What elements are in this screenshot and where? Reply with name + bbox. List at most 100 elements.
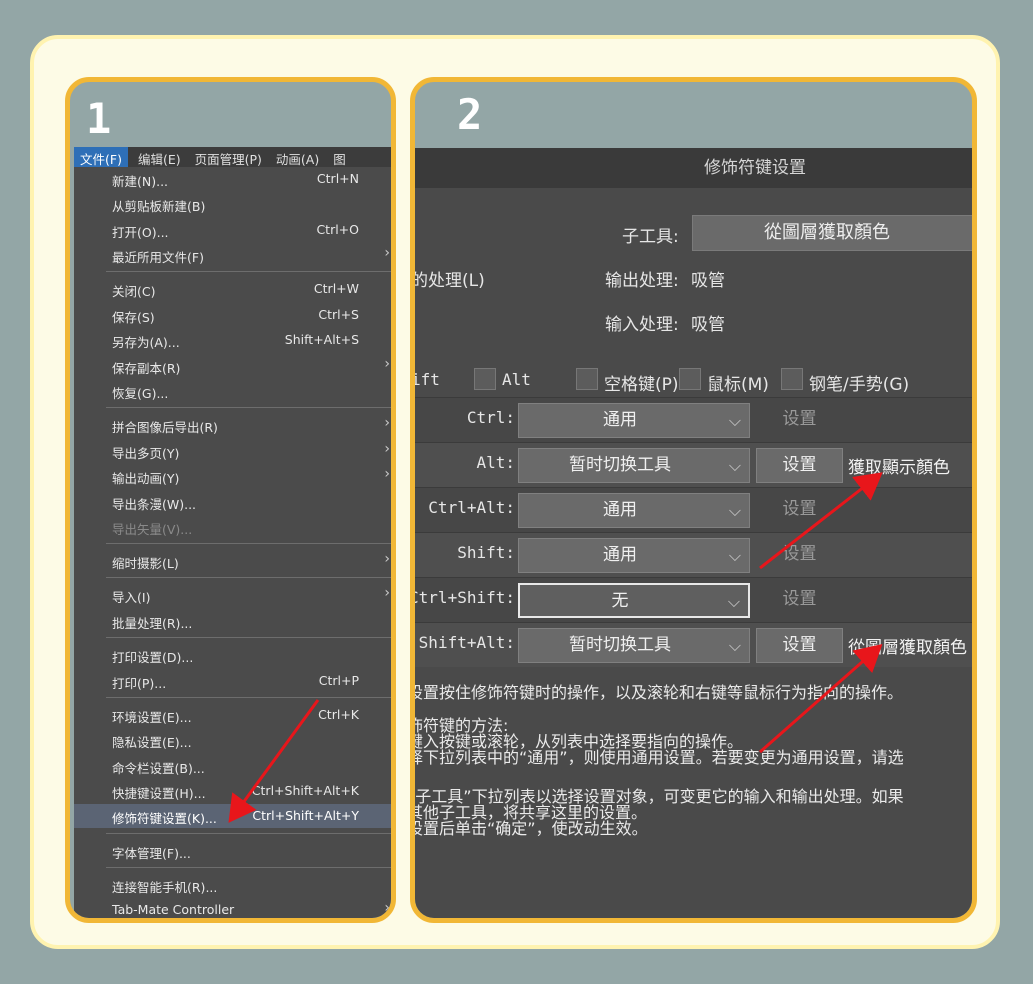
menu-item-print[interactable]: 打印(P)... Ctrl+P — [74, 669, 391, 693]
step-2-panel: 2 修饰符键设置 子工具: 從圖層獲取顏色 的处理(L) 输出处理: 吸管 输入… — [410, 77, 977, 923]
action-dropdown[interactable]: 通用 ⌵ — [518, 538, 750, 573]
settings-button: 设置 — [782, 544, 817, 564]
menu-item-flatten-export[interactable]: 拼合图像后导出(R) › — [74, 413, 391, 437]
menu-item-batch[interactable]: 批量处理(R)... — [74, 609, 391, 633]
settings-button: 设置 — [782, 499, 817, 519]
file-menu: 新建(N)... Ctrl+N 从剪贴板新建(B) 打开(O)... Ctrl+O … — [74, 167, 391, 918]
modifier-row-shift-alt: Shift+Alt: 暂时切换工具 ⌵ 设置 從圖層獲取顏色 — [415, 622, 972, 667]
checkbox-mouse[interactable] — [679, 368, 701, 390]
menu-item-export-animation[interactable]: 输出动画(Y) › — [74, 464, 391, 488]
menu-item-open[interactable]: 打开(O)... Ctrl+O — [74, 218, 391, 242]
chevron-right-icon: › — [384, 466, 390, 482]
output-processing-label: 输出处理: — [605, 271, 679, 291]
modifier-row-shift: Shift: 通用 ⌵ 设置 — [415, 532, 972, 577]
menu-item-preferences[interactable]: 环境设置(E)... Ctrl+K — [74, 703, 391, 727]
chevron-down-icon: ⌵ — [728, 456, 741, 475]
menu-item-export-vector: 导出矢量(V)... — [112, 522, 193, 537]
menu-item-export-multi[interactable]: 导出多页(Y) › — [74, 439, 391, 463]
chevron-right-icon: › — [384, 245, 390, 261]
chevron-down-icon: ⌵ — [728, 546, 741, 565]
menu-separator — [106, 271, 391, 272]
help-text: 择下拉列表中的“通用”，则使用通用设置。若要变更为通用设置，请选 — [410, 748, 904, 767]
assigned-tool: 獲取顯示顏色 — [848, 458, 950, 478]
checkbox-space-label: 空格键(P) — [604, 375, 679, 395]
checkbox-alt-label: Alt — [502, 370, 531, 389]
menu-page[interactable]: 页面管理(P) — [191, 147, 272, 167]
menu-item-shortcut-settings[interactable]: 快捷键设置(H)... Ctrl+Shift+Alt+K — [74, 779, 391, 803]
action-dropdown[interactable]: 无 ⌵ — [518, 583, 750, 618]
menu-separator — [106, 867, 391, 868]
menu-separator — [106, 833, 391, 834]
output-processing-value: 吸管 — [691, 271, 725, 291]
input-processing-value: 吸管 — [691, 315, 725, 335]
step-1-panel: 1 文件(F) 编辑(E) 页面管理(P) 动画(A) 图 新建(N)... Ct… — [65, 77, 396, 923]
chevron-right-icon: › — [384, 356, 390, 372]
chevron-right-icon: › — [384, 415, 390, 431]
settings-button[interactable]: 设置 — [756, 628, 843, 663]
menu-item-close[interactable]: 关闭(C) Ctrl+W — [74, 277, 391, 301]
chevron-right-icon: › — [384, 585, 390, 601]
menu-separator — [106, 637, 391, 638]
checkbox-pen-label: 钢笔/手势(G) — [809, 375, 910, 395]
step-number-2: 2 — [457, 90, 483, 139]
modifier-row-ctrl: Ctrl: 通用 ⌵ 设置 — [415, 397, 972, 442]
menu-item-font-manager[interactable]: 字体管理(F)... — [74, 839, 391, 863]
checkbox-mouse-label: 鼠标(M) — [707, 375, 769, 395]
settings-button: 设置 — [782, 409, 817, 429]
menu-edit[interactable]: 编辑(E) — [134, 147, 191, 167]
dialog-title: 修饰符键设置 — [415, 148, 972, 188]
menu-separator — [106, 543, 391, 544]
action-dropdown[interactable]: 通用 ⌵ — [518, 493, 750, 528]
subtool-label: 子工具: — [622, 227, 679, 247]
processing-label-fragment: 的处理(L) — [411, 271, 485, 291]
menu-item-connect-smartphone[interactable]: 连接智能手机(R)... — [74, 873, 391, 897]
modifier-row-ctrl-shift: Ctrl+Shift: 无 ⌵ 设置 — [415, 577, 972, 622]
menu-item-save[interactable]: 保存(S) Ctrl+S — [74, 303, 391, 327]
checkbox-alt[interactable] — [474, 368, 496, 390]
modifier-key-dialog: 修饰符键设置 子工具: 從圖層獲取顏色 的处理(L) 输出处理: 吸管 输入处理… — [415, 148, 972, 918]
menu-item-save-copy[interactable]: 保存副本(R) › — [74, 354, 391, 378]
help-text: 设置后单击“确定”，使改动生效。 — [410, 819, 648, 838]
menu-item-privacy[interactable]: 隐私设置(E)... — [74, 728, 391, 752]
step-number-1: 1 — [86, 94, 112, 143]
settings-button[interactable]: 设置 — [756, 448, 843, 483]
checkbox-space[interactable] — [576, 368, 598, 390]
menu-animation[interactable]: 动画(A) — [272, 147, 329, 167]
chevron-right-icon: › — [384, 551, 390, 567]
chevron-right-icon: › — [384, 441, 390, 457]
chevron-down-icon: ⌵ — [728, 636, 741, 655]
menu-separator — [106, 697, 391, 698]
menu-file[interactable]: 文件(F) — [74, 147, 128, 167]
menu-item-command-bar[interactable]: 命令栏设置(B)... — [74, 754, 391, 778]
menu-item-save-as[interactable]: 另存为(A)... Shift+Alt+S — [74, 328, 391, 352]
input-processing-label: 输入处理: — [605, 315, 679, 335]
menu-more[interactable]: 图 — [329, 147, 356, 167]
checkbox-pen[interactable] — [781, 368, 803, 390]
help-text: 设置按住修饰符键时的操作，以及滚轮和右键等鼠标行为指向的操作。 — [410, 683, 904, 702]
menu-item-print-setup[interactable]: 打印设置(D)... — [74, 643, 391, 667]
modifier-row-alt: Alt: 暂时切换工具 ⌵ 设置 獲取顯示顏色 — [415, 442, 972, 487]
menu-item-revert[interactable]: 恢复(G)... — [74, 379, 391, 403]
action-dropdown[interactable]: 通用 ⌵ — [518, 403, 750, 438]
menu-bar: 文件(F) 编辑(E) 页面管理(P) 动画(A) 图 — [74, 147, 391, 167]
menu-separator — [106, 407, 391, 408]
menu-item-modifier-key-settings[interactable]: 修饰符键设置(K)... Ctrl+Shift+Alt+Y — [74, 804, 391, 828]
menu-separator — [106, 577, 391, 578]
chevron-down-icon: ⌵ — [728, 411, 741, 430]
menu-item-import[interactable]: 导入(I) › — [74, 583, 391, 607]
menu-item-new-from-clipboard[interactable]: 从剪贴板新建(B) — [74, 192, 391, 216]
chevron-down-icon: ⌵ — [727, 592, 740, 611]
menu-item-timelapse[interactable]: 缩时摄影(L) › — [74, 549, 391, 573]
action-dropdown[interactable]: 暂时切换工具 ⌵ — [518, 448, 750, 483]
assigned-tool: 從圖層獲取顏色 — [848, 638, 967, 658]
help-text: 。 — [415, 766, 423, 782]
menu-item-new[interactable]: 新建(N)... Ctrl+N — [74, 167, 391, 191]
menu-item-export-strip[interactable]: 导出条漫(W)... — [74, 490, 391, 514]
settings-button: 设置 — [782, 589, 817, 609]
modifier-row-ctrl-alt: Ctrl+Alt: 通用 ⌵ 设置 — [415, 487, 972, 532]
chevron-down-icon: ⌵ — [728, 501, 741, 520]
subtool-dropdown[interactable]: 從圖層獲取顏色 — [692, 215, 972, 251]
action-dropdown[interactable]: 暂时切换工具 ⌵ — [518, 628, 750, 663]
menu-item-recent[interactable]: 最近所用文件(F) › — [74, 243, 391, 267]
menu-item-tabmate[interactable]: Tab-Mate Controller › — [74, 898, 391, 918]
